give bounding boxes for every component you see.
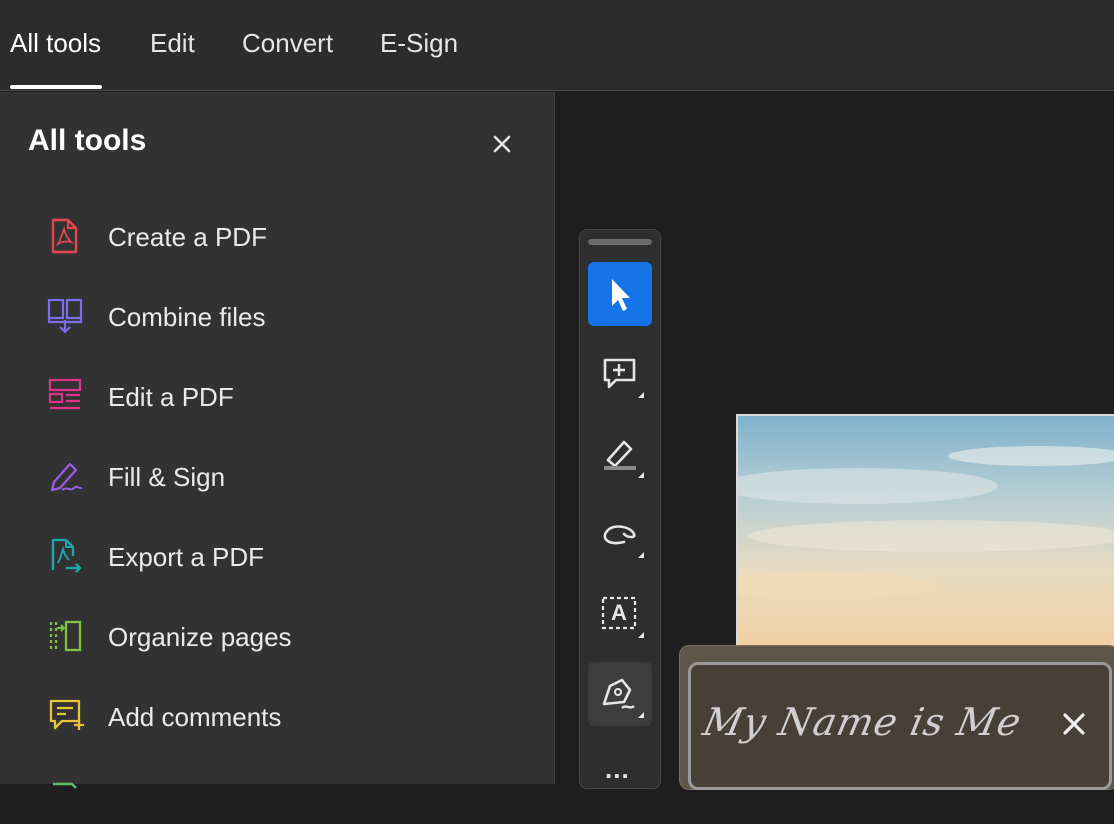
tool-label: Fill & Sign [108,462,226,492]
tool-label: Combine files [108,302,266,332]
create-pdf-icon [44,216,88,256]
tool-add-comments[interactable]: Add comments [44,688,524,744]
more-icon: ... [605,754,630,784]
tab-edit[interactable]: Edit [150,28,195,59]
sign-tool-button[interactable] [588,662,652,726]
tool-fill-sign[interactable]: Fill & Sign [44,448,524,504]
highlight-icon [604,440,644,478]
tool-label: Edit a PDF [108,382,234,412]
add-text-glyph: A [611,600,627,625]
tool-edit-pdf[interactable]: Edit a PDF [44,368,524,424]
top-tab-bar: All tools Edit Convert E-Sign [0,0,1114,91]
draw-tool-button[interactable] [588,502,652,566]
tool-label: Create a PDF [108,222,267,252]
export-pdf-icon [44,536,88,576]
tool-label: Add comments [108,702,282,732]
combine-files-icon [44,296,88,336]
add-comment-icon [603,358,644,398]
sign-pen-icon [602,678,644,718]
highlight-tool-button[interactable] [588,422,652,486]
document-image [736,414,1114,654]
signature-text: My Name is Me [699,700,1026,744]
tool-create-pdf[interactable]: Create a PDF [44,208,524,264]
draw-freehand-icon [603,525,644,558]
fill-sign-icon [44,456,88,496]
all-tools-panel: All tools Create a PDF Combine files Edi… [0,92,555,789]
tab-convert[interactable]: Convert [242,28,333,59]
organize-pages-icon [44,616,88,656]
more-tools-button[interactable]: ... [588,742,652,806]
tool-partial [44,768,524,824]
tab-e-sign[interactable]: E-Sign [380,28,458,59]
tool-export-pdf[interactable]: Export a PDF [44,528,524,584]
tool-label: Organize pages [108,622,292,652]
select-tool-button[interactable] [588,262,652,326]
toolbar-drag-handle[interactable] [588,239,652,245]
add-comment-tool-button[interactable] [588,342,652,406]
tool-label: Export a PDF [108,542,265,572]
active-tab-indicator [10,85,102,89]
select-cursor-icon [612,279,630,311]
panel-title: All tools [28,124,147,157]
tool-combine-files[interactable]: Combine files [44,288,524,344]
document-icon [44,776,88,816]
signature-close-icon[interactable] [1060,710,1088,738]
tab-all-tools[interactable]: All tools [10,28,101,59]
edit-pdf-icon [44,376,88,416]
add-comments-icon [44,696,88,736]
add-text-tool-button[interactable]: A [588,582,652,646]
close-icon[interactable] [490,132,514,156]
tool-organize-pages[interactable]: Organize pages [44,608,524,664]
